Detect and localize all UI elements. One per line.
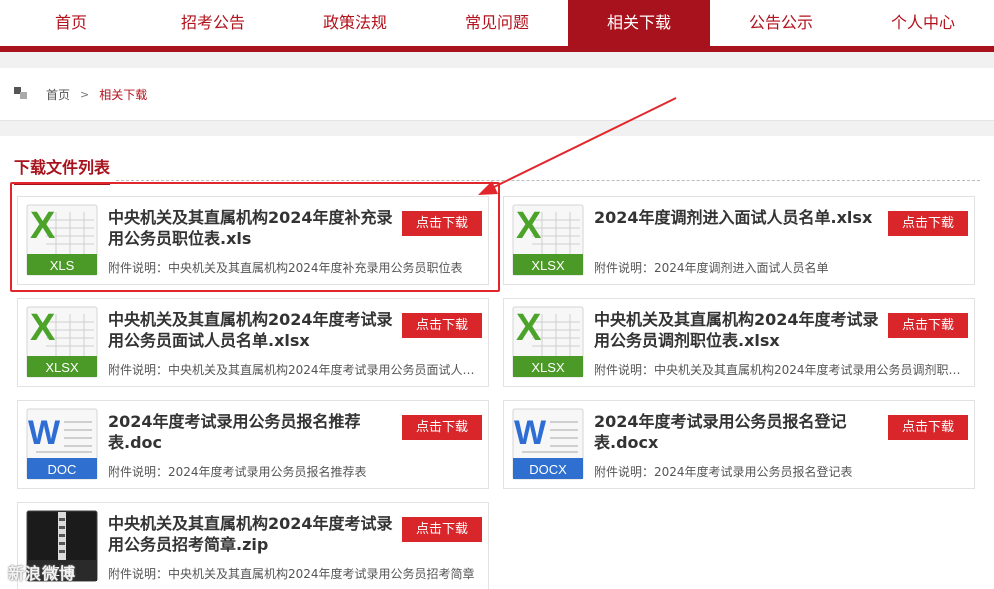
svg-text:W: W (28, 414, 61, 452)
nav-item-downloads[interactable]: 相关下载 (568, 0, 710, 46)
svg-text:X: X (516, 307, 542, 349)
file-description: 附件说明：中央机关及其直属机构2024年度考试录用公务员面试人员名单 (108, 363, 483, 377)
nav-item-recruitment-notice[interactable]: 招考公告 (142, 0, 284, 46)
file-description: 附件说明：2024年度考试录用公务员报名推荐表 (108, 465, 367, 479)
file-description: 附件说明：中央机关及其直属机构2024年度考试录用公务员招考简章 (108, 567, 475, 581)
file-card: X XLSX 2024年度调剂进入面试人员名单.xlsx 点击下载 附件说明：2… (503, 196, 975, 285)
highlight-box (10, 182, 500, 292)
download-button[interactable]: 点击下载 (402, 313, 482, 338)
crumb-band-top (0, 52, 994, 68)
file-description: 附件说明：2024年度调剂进入面试人员名单 (594, 261, 829, 275)
breadcrumb-trail: 首页 > 相关下载 (46, 86, 147, 103)
file-description: 附件说明：2024年度考试录用公务员报名登记表 (594, 465, 853, 479)
nav-item-home[interactable]: 首页 (0, 0, 142, 46)
file-card: W DOCX 2024年度考试录用公务员报名登记表.docx 点击下载 附件说明… (503, 400, 975, 489)
svg-text:X: X (30, 307, 56, 349)
breadcrumb: 首页 > 相关下载 (0, 68, 994, 120)
file-type-label: DOC (48, 462, 77, 477)
excel-icon: X XLSX (512, 204, 584, 276)
file-name[interactable]: 2024年度调剂进入面试人员名单.xlsx (594, 207, 879, 228)
excel-icon: X XLSX (26, 306, 98, 378)
nav-item-announcements[interactable]: 公告公示 (710, 0, 852, 46)
file-name[interactable]: 中央机关及其直属机构2024年度考试录用公务员招考简章.zip (108, 513, 393, 555)
file-description: 附件说明：中央机关及其直属机构2024年度考试录用公务员调剂职位表 (594, 363, 969, 377)
file-card: X XLSX 中央机关及其直属机构2024年度考试录用公务员面试人员名单.xls… (17, 298, 489, 387)
file-type-label: XLSX (531, 258, 565, 273)
file-type-label: DOCX (529, 462, 567, 477)
download-button[interactable]: 点击下载 (402, 415, 482, 440)
file-type-label: XLSX (531, 360, 565, 375)
file-name[interactable]: 中央机关及其直属机构2024年度考试录用公务员调剂职位表.xlsx (594, 309, 879, 351)
file-name[interactable]: 2024年度考试录用公务员报名登记表.docx (594, 411, 879, 453)
breadcrumb-home-link[interactable]: 首页 (46, 86, 70, 103)
breadcrumb-icon (14, 87, 28, 101)
svg-text:W: W (514, 414, 547, 452)
file-card: X XLSX 中央机关及其直属机构2024年度考试录用公务员调剂职位表.xlsx… (503, 298, 975, 387)
breadcrumb-current: 相关下载 (99, 88, 148, 102)
section-title: 下载文件列表 (14, 154, 111, 185)
word-icon: W DOCX (512, 408, 584, 480)
svg-text:X: X (516, 205, 542, 247)
word-icon: W DOC (26, 408, 98, 480)
watermark: 新浪微博 (8, 564, 77, 583)
nav-item-policy[interactable]: 政策法规 (284, 0, 426, 46)
nav-item-faq[interactable]: 常见问题 (426, 0, 568, 46)
download-button[interactable]: 点击下载 (402, 517, 482, 542)
file-name[interactable]: 2024年度考试录用公务员报名推荐表.doc (108, 411, 393, 453)
file-card: W DOC 2024年度考试录用公务员报名推荐表.doc 点击下载 附件说明：2… (17, 400, 489, 489)
section-divider (116, 180, 980, 181)
download-button[interactable]: 点击下载 (888, 415, 968, 440)
file-card: ZIP 中央机关及其直属机构2024年度考试录用公务员招考简章.zip 点击下载… (17, 502, 489, 589)
nav-item-personal-center[interactable]: 个人中心 (852, 0, 994, 46)
download-button[interactable]: 点击下载 (888, 313, 968, 338)
breadcrumb-separator: > (80, 88, 90, 101)
excel-icon: X XLSX (512, 306, 584, 378)
file-name[interactable]: 中央机关及其直属机构2024年度考试录用公务员面试人员名单.xlsx (108, 309, 393, 351)
top-nav: 首页 招考公告 政策法规 常见问题 相关下载 公告公示 个人中心 (0, 0, 994, 46)
file-type-label: XLSX (45, 360, 79, 375)
crumb-band-bottom (0, 120, 994, 136)
download-button[interactable]: 点击下载 (888, 211, 968, 236)
